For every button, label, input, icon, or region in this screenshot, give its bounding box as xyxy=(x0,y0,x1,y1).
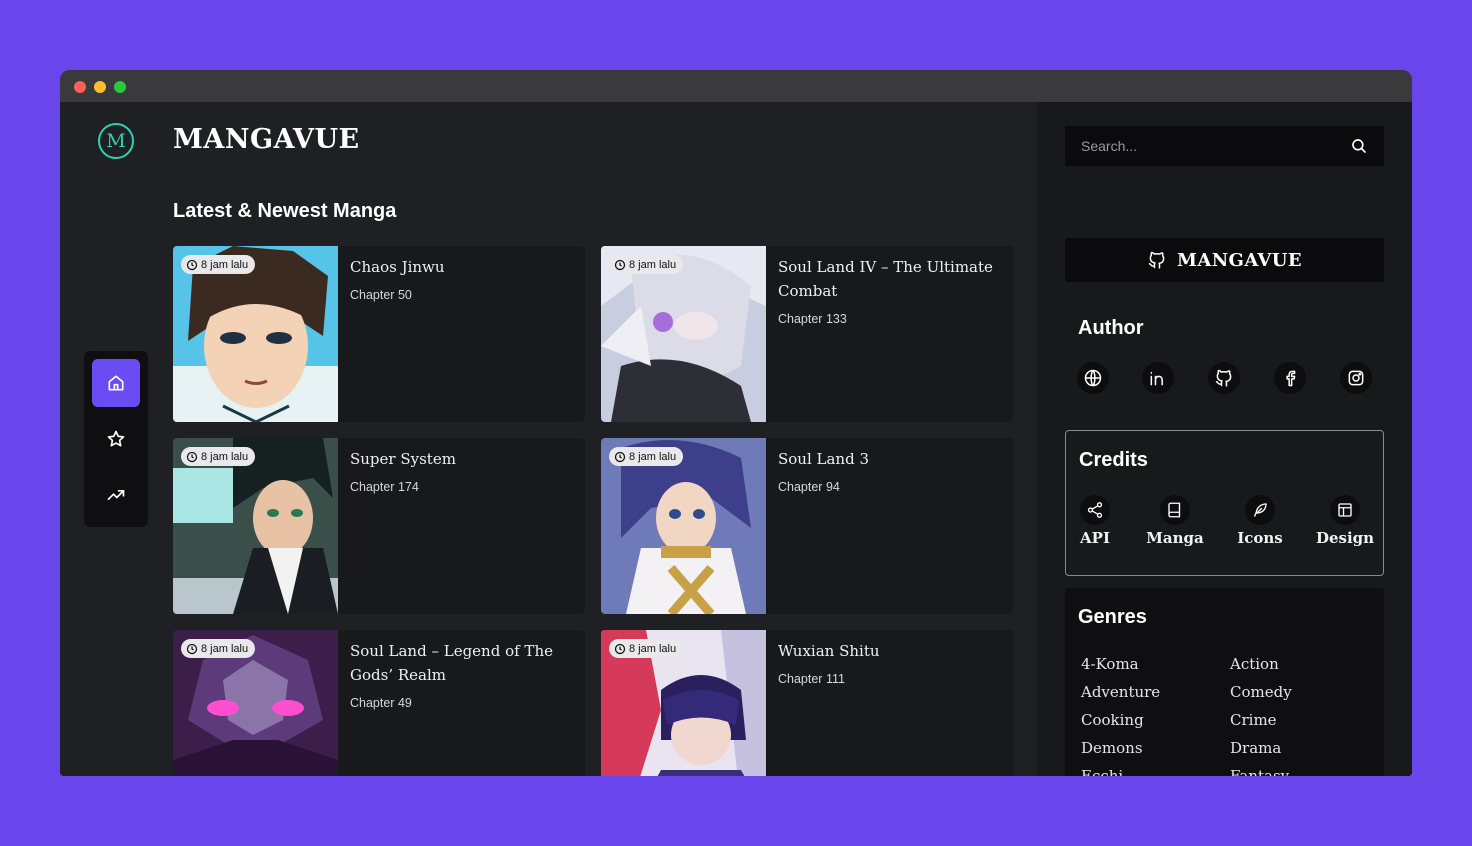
genre-link[interactable]: Ecchi xyxy=(1081,767,1123,776)
home-icon xyxy=(108,375,124,391)
credit-design-link[interactable]: Design xyxy=(1310,495,1380,547)
manga-chapter[interactable]: Chapter 174 xyxy=(350,480,419,494)
right-sidebar: MANGAVUE Author Credits API Manga xyxy=(1037,102,1412,776)
manga-card[interactable]: 8 jam lalu Chaos Jinwu Chapter 50 xyxy=(173,246,585,422)
time-label: 8 jam lalu xyxy=(629,258,677,271)
manga-title[interactable]: Soul Land IV – The Ultimate Combat xyxy=(778,255,1003,303)
manga-chapter[interactable]: Chapter 133 xyxy=(778,312,847,326)
time-label: 8 jam lalu xyxy=(629,642,677,655)
genre-link[interactable]: Cooking xyxy=(1081,711,1144,729)
share-icon xyxy=(1087,502,1103,518)
time-badge: 8 jam lalu xyxy=(181,255,256,274)
manga-title[interactable]: Wuxian Shitu xyxy=(778,639,1003,663)
manga-title[interactable]: Chaos Jinwu xyxy=(350,255,575,279)
main-content: M MANGAVUE Latest & Newest Manga 8 jam l… xyxy=(60,102,1037,776)
manga-title[interactable]: Super System xyxy=(350,447,575,471)
maximize-window-button[interactable] xyxy=(114,81,126,93)
brand-button-label: MANGAVUE xyxy=(1177,249,1302,271)
credit-label: Icons xyxy=(1237,529,1283,547)
manga-title[interactable]: Soul Land 3 xyxy=(778,447,1003,471)
github-brand-button[interactable]: MANGAVUE xyxy=(1065,238,1384,282)
clock-icon xyxy=(614,259,626,270)
author-heading: Author xyxy=(1078,317,1144,339)
credit-label: Manga xyxy=(1146,529,1204,547)
social-globe-link[interactable] xyxy=(1077,362,1109,394)
credit-manga-link[interactable]: Manga xyxy=(1140,495,1210,547)
credit-label: Design xyxy=(1315,529,1375,547)
brand-title[interactable]: MANGAVUE xyxy=(173,124,360,155)
time-label: 8 jam lalu xyxy=(201,258,249,271)
manga-card[interactable]: 8 jam lalu Super System Chapter 174 xyxy=(173,438,585,614)
logo-icon[interactable]: M xyxy=(98,123,134,159)
time-badge: 8 jam lalu xyxy=(181,639,256,658)
nav-trending-button[interactable] xyxy=(92,471,140,519)
minimize-window-button[interactable] xyxy=(94,81,106,93)
time-badge: 8 jam lalu xyxy=(609,255,684,274)
genre-link[interactable]: Adventure xyxy=(1081,683,1160,701)
globe-icon xyxy=(1084,369,1102,387)
time-badge: 8 jam lalu xyxy=(609,639,684,658)
genre-link[interactable]: Comedy xyxy=(1230,683,1292,701)
genre-link[interactable]: Drama xyxy=(1230,739,1281,757)
credit-label: API xyxy=(1080,529,1110,547)
manga-chapter[interactable]: Chapter 111 xyxy=(778,672,845,686)
manga-chapter[interactable]: Chapter 94 xyxy=(778,480,840,494)
genre-link[interactable]: Demons xyxy=(1081,739,1143,757)
linkedin-icon xyxy=(1150,371,1163,386)
github-icon xyxy=(1148,251,1165,269)
feather-icon xyxy=(1254,503,1267,517)
manga-card[interactable]: 8 jam lalu Soul Land 3 Chapter 94 xyxy=(601,438,1013,614)
search-icon[interactable] xyxy=(1350,137,1368,155)
social-facebook-link[interactable] xyxy=(1274,362,1306,394)
genre-link[interactable]: 4-Koma xyxy=(1081,655,1139,673)
genres-panel: Genres 4-Koma Action Adventure Comedy Co… xyxy=(1065,588,1384,776)
genre-link[interactable]: Fantasy xyxy=(1230,767,1289,776)
app-window: M MANGAVUE Latest & Newest Manga 8 jam l… xyxy=(60,70,1412,776)
close-window-button[interactable] xyxy=(74,81,86,93)
credit-icons-link[interactable]: Icons xyxy=(1225,495,1295,547)
credit-api-link[interactable]: API xyxy=(1060,495,1130,547)
credits-heading: Credits xyxy=(1079,449,1148,471)
genres-heading: Genres xyxy=(1078,606,1147,628)
book-icon xyxy=(1168,502,1181,518)
time-label: 8 jam lalu xyxy=(629,450,677,463)
clock-icon xyxy=(614,451,626,462)
section-title: Latest & Newest Manga xyxy=(173,200,397,222)
manga-card[interactable]: 8 jam lalu Soul Land IV – The Ultimate C… xyxy=(601,246,1013,422)
social-linkedin-link[interactable] xyxy=(1142,362,1174,394)
time-badge: 8 jam lalu xyxy=(609,447,684,466)
clock-icon xyxy=(186,643,198,654)
window-titlebar xyxy=(60,70,1412,102)
instagram-icon xyxy=(1348,370,1364,386)
star-icon xyxy=(107,430,125,447)
time-badge: 8 jam lalu xyxy=(181,447,256,466)
facebook-icon xyxy=(1286,370,1296,387)
search-input[interactable] xyxy=(1065,126,1384,166)
genre-link[interactable]: Action xyxy=(1230,655,1279,673)
clock-icon xyxy=(186,451,198,462)
manga-chapter[interactable]: Chapter 50 xyxy=(350,288,412,302)
nav-home-button[interactable] xyxy=(92,359,140,407)
nav-favorites-button[interactable] xyxy=(92,415,140,463)
manga-chapter[interactable]: Chapter 49 xyxy=(350,696,412,710)
side-nav xyxy=(84,351,148,527)
manga-card[interactable]: 8 jam lalu Wuxian Shitu Chapter 111 xyxy=(601,630,1013,776)
clock-icon xyxy=(614,643,626,654)
trending-icon xyxy=(107,490,125,500)
social-github-link[interactable] xyxy=(1208,362,1240,394)
clock-icon xyxy=(186,259,198,270)
manga-card[interactable]: 8 jam lalu Soul Land – Legend of The God… xyxy=(173,630,585,776)
time-label: 8 jam lalu xyxy=(201,450,249,463)
social-instagram-link[interactable] xyxy=(1340,362,1372,394)
credits-panel: Credits API Manga Icons Design xyxy=(1065,430,1384,576)
layout-icon xyxy=(1338,503,1352,517)
time-label: 8 jam lalu xyxy=(201,642,249,655)
genre-link[interactable]: Crime xyxy=(1230,711,1277,729)
manga-title[interactable]: Soul Land – Legend of The Gods’ Realm xyxy=(350,639,575,687)
github-icon xyxy=(1215,369,1232,387)
